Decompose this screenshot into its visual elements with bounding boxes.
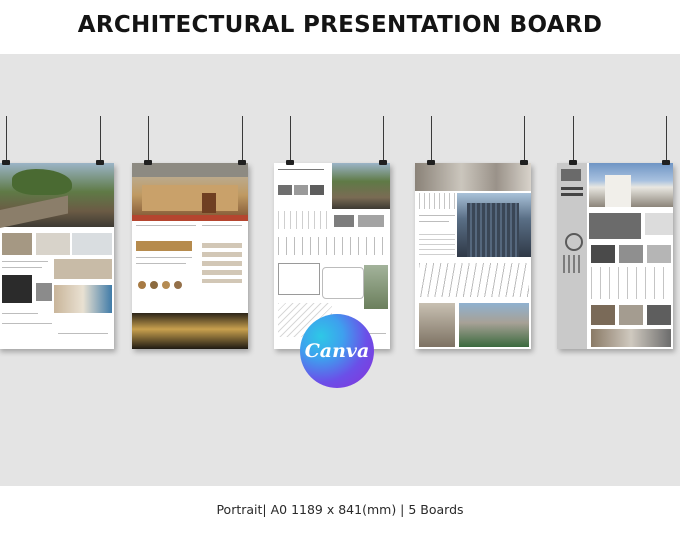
board-clip [662,160,670,165]
presentation-board-1 [0,163,114,349]
presentation-board-5 [557,163,673,349]
presentation-board-2 [132,163,248,349]
board-spec-caption: Portrait| A0 1189 x 841(mm) | 5 Boards [216,502,464,517]
canva-logo: Canva [300,314,374,388]
board-clip [286,160,294,165]
board-clip [569,160,577,165]
board-clip [520,160,528,165]
board-clip [96,160,104,165]
board-clip [427,160,435,165]
gallery-wall: Canva [0,54,680,486]
board-clip [379,160,387,165]
presentation-board-4 [415,163,531,349]
board-clip [238,160,246,165]
board-clip [2,160,10,165]
canva-logo-text: Canva [304,340,370,362]
board-clip [144,160,152,165]
page-title: ARCHITECTURAL PRESENTATION BOARD [77,12,603,38]
